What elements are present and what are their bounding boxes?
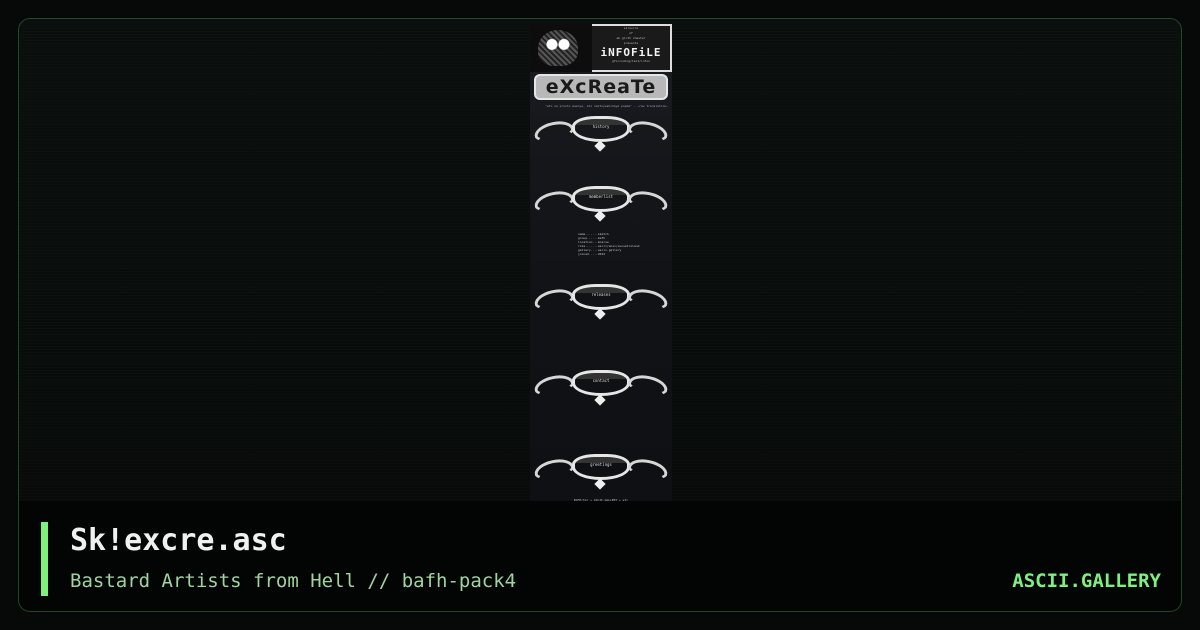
- ornament-jewel-icon: [594, 210, 606, 222]
- brand-logo[interactable]: ASCII.GALLERY: [1012, 570, 1161, 592]
- art-quote: "eto ne prosto pesnya, eto nastoyashchay…: [545, 104, 668, 108]
- card-frame: sk!excre of ab glcth rmaster presents iN…: [18, 18, 1182, 612]
- ornament-jewel-icon: [594, 478, 606, 490]
- ornament-crown-icon: [572, 454, 630, 480]
- art-section-label: releases: [591, 292, 611, 297]
- ornament-wing-icon: [626, 188, 670, 214]
- ornament-wing-icon: [626, 372, 670, 398]
- art-section-releases: releases: [530, 282, 672, 328]
- art-section-label: contact: [592, 378, 610, 383]
- artwork-subtitle[interactable]: Bastard Artists from Hell // bafh-pack4: [70, 570, 516, 592]
- art-infobox: sk!excre of ab glcth rmaster presents iN…: [592, 26, 670, 70]
- art-stats: name.......sketch group......bafh location…: [578, 232, 639, 256]
- artwork-title[interactable]: Sk!excre.asc: [70, 523, 287, 558]
- ornament-wing-icon: [532, 118, 576, 144]
- mascot-face-icon: [538, 30, 578, 66]
- art-logo: eXcReaTe: [534, 74, 668, 100]
- art-section-history: history: [530, 114, 672, 160]
- ornament-wing-icon: [626, 456, 670, 482]
- ornament-jewel-icon: [594, 140, 606, 152]
- art-section-label: greetings: [590, 462, 612, 467]
- ornament-crown-icon: [572, 284, 630, 310]
- ornament-wing-icon: [532, 372, 576, 398]
- art-infofile-label: iNFOFiLE: [600, 46, 662, 59]
- caption-bar: Sk!excre.asc Bastard Artists from Hell /…: [19, 501, 1181, 611]
- ornament-wing-icon: [626, 118, 670, 144]
- ornament-jewel-icon: [594, 394, 606, 406]
- art-section-greetings: greetings: [530, 452, 672, 498]
- art-header-line: gfx/coding/text/infos: [612, 59, 650, 63]
- ornament-crown-icon: [572, 116, 630, 142]
- art-stat-line: joined.....2012: [578, 252, 606, 256]
- art-section-contact: contact: [530, 368, 672, 414]
- ornament-wing-icon: [532, 456, 576, 482]
- ornament-crown-icon: [572, 370, 630, 396]
- ornament-wing-icon: [626, 286, 670, 312]
- ornament-wing-icon: [532, 286, 576, 312]
- ornament-crown-icon: [572, 186, 630, 212]
- ornament-jewel-icon: [594, 308, 606, 320]
- ascii-art-preview[interactable]: sk!excre of ab glcth rmaster presents iN…: [530, 24, 672, 504]
- ornament-wing-icon: [532, 188, 576, 214]
- accent-bar: [41, 522, 48, 596]
- art-header: sk!excre of ab glcth rmaster presents iN…: [530, 24, 672, 72]
- mascot-image: [530, 24, 592, 72]
- art-section-label: memberlist: [588, 194, 614, 199]
- art-section-memberlist: memberlist: [530, 184, 672, 230]
- art-section-label: history: [592, 124, 610, 129]
